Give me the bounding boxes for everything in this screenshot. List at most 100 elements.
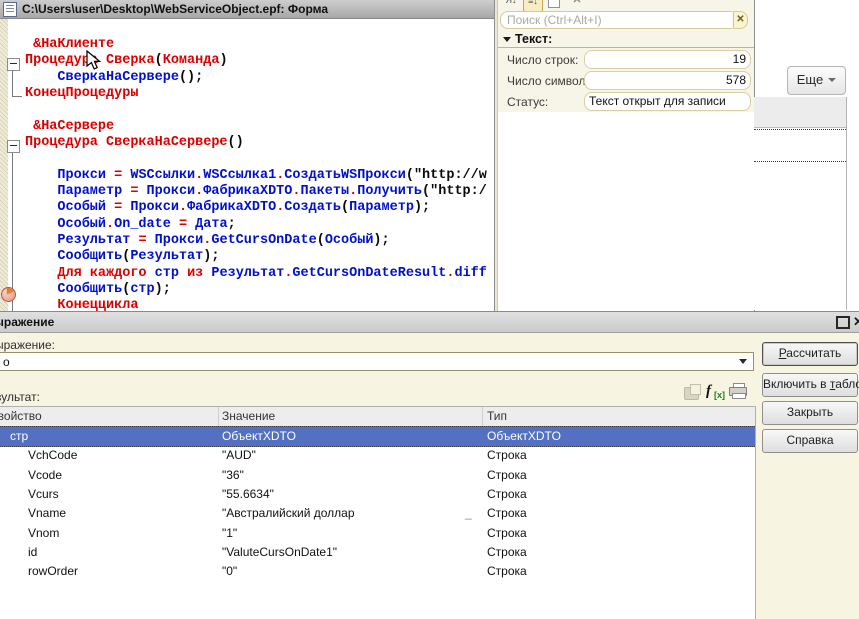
close-button[interactable]: Закрыть (762, 401, 858, 425)
help-button[interactable]: Справка (762, 429, 858, 453)
expression-value: о (3, 355, 10, 369)
screen: C:\Users\user\Desktop\WebServiceObject.e… (0, 0, 859, 619)
cell-value: "Австралийский доллар (222, 506, 355, 521)
cell-type: Строка (487, 564, 527, 579)
column-separator[interactable] (218, 407, 219, 426)
table-row[interactable]: id "ValuteCursOnDate1" Строка (0, 543, 755, 562)
cell-value: "0" (222, 564, 238, 579)
table-row[interactable]: стр ОбъектXDTO ОбъектXDTO (0, 426, 755, 448)
close-icon[interactable]: ✕ (568, 0, 586, 10)
combo-dropdown-icon[interactable] (739, 359, 747, 364)
fold-connector-line (12, 69, 13, 96)
table-row[interactable]: Vcurs "55.6634" Строка (0, 485, 755, 504)
search-input[interactable] (500, 11, 732, 29)
cell-value: "AUD" (222, 448, 256, 463)
cell-type: Строка (487, 467, 527, 482)
form-table-header (754, 97, 846, 128)
table-row[interactable]: Vcode "36" Строка (0, 466, 755, 485)
fold-connector-elbow (12, 96, 22, 97)
cell-value: "1" (222, 525, 238, 540)
collapse-minus-icon[interactable] (7, 58, 20, 71)
code-line[interactable]: Особый.On_date = Дата; (25, 217, 487, 233)
cell-value: "ValuteCursOnDate1" (222, 544, 338, 559)
cell-property: Vcurs (28, 486, 59, 501)
column-header-type[interactable]: Тип (487, 409, 507, 423)
property-palette: Я↓ ≡↓ ✕ ✕ Текст: Число строк: 19 Число с… (497, 0, 755, 311)
code-line[interactable]: КонецПроцедуры (25, 86, 487, 102)
cell-type: Строка (487, 544, 527, 559)
code-line[interactable]: &НаСервере (25, 119, 487, 135)
result-table: Свойство Значение Тип стр ОбъектXDTO Объек… (0, 406, 756, 619)
section-header-text: Текст: (498, 32, 754, 48)
code-line[interactable]: Для каждого стр из Результат.GetCursOnDa… (25, 266, 486, 282)
fx-icon[interactable]: f [x] (706, 383, 726, 401)
cell-property: стр (10, 429, 29, 443)
expression-dialog: Выражение ✕ Выражение: о Результат: f[x]… (0, 311, 859, 619)
chevron-down-icon (828, 78, 837, 82)
expression-combobox[interactable]: о (0, 352, 754, 371)
cell-value: ОбъектXDTO (222, 429, 296, 443)
maximize-icon[interactable] (836, 316, 850, 329)
cell-type: Строка (487, 506, 527, 521)
calculate-button[interactable]: Рассчитать (762, 342, 858, 366)
hand-document-icon[interactable] (684, 384, 701, 400)
cell-value: "36" (222, 467, 244, 482)
form-table-row (754, 129, 846, 162)
expression-label: Выражение: (0, 338, 56, 352)
collapse-minus-icon[interactable] (7, 140, 20, 153)
print-icon[interactable] (729, 383, 747, 399)
cell-type: Строка (487, 525, 527, 540)
result-table-header[interactable]: Свойство Значение Тип (0, 407, 755, 427)
column-header-value[interactable]: Значение (222, 409, 275, 423)
code-line[interactable] (25, 102, 487, 118)
code-line[interactable]: Параметр = Прокси.ФабрикаXDTO.Пакеты.Пол… (25, 184, 487, 200)
cell-property: Vnom (28, 525, 60, 540)
code-editor-area[interactable]: &НаКлиенте Процедура Сверка(Команда) Свер… (0, 19, 494, 311)
search-clear-icon[interactable]: ✕ (733, 11, 748, 29)
editor-title: C:\Users\user\Desktop\WebServiceObject.e… (22, 2, 329, 16)
include-in-watch-button[interactable]: Включить в табло (762, 373, 859, 397)
table-row[interactable]: rowOrder "0" Строка (0, 562, 755, 581)
properties-page-icon[interactable] (545, 0, 563, 10)
status-field[interactable]: Текст открыт для записи (584, 92, 751, 111)
cell-type: ОбъектXDTO (487, 429, 561, 443)
document-icon (3, 2, 17, 17)
column-separator[interactable] (482, 407, 483, 426)
truncation-mark: _ (465, 506, 472, 521)
code-line[interactable]: СверкаНаСервере(); (25, 70, 487, 86)
sort-alpha-icon[interactable]: Я↓ (502, 0, 520, 10)
code-lines: &НаКлиенте Процедура Сверка(Команда) Свер… (25, 37, 487, 311)
table-row[interactable]: VchCode "AUD" Строка (0, 446, 755, 465)
dialog-titlebar[interactable]: Выражение ✕ (0, 312, 859, 333)
cell-property: Vname (28, 506, 67, 521)
cell-property: VchCode (28, 448, 78, 463)
column-header-property[interactable]: Свойство (0, 409, 42, 423)
result-label: Результат: (0, 390, 40, 404)
code-line[interactable]: Прокси = WSСсылки.WSСсылка1.СоздатьWSПро… (25, 168, 487, 184)
field-label-lines: Число строк: (507, 53, 579, 67)
cell-type: Строка (487, 448, 527, 463)
code-line[interactable]: Результат = Прокси.GetCursOnDate(Особый)… (25, 233, 487, 249)
cell-property: id (28, 544, 38, 559)
section-collapse-icon[interactable] (503, 37, 511, 42)
cell-type: Строка (487, 486, 527, 501)
current-line-arrow-icon: ► (5, 285, 16, 297)
field-label-status: Статус: (507, 95, 549, 109)
lines-count-field[interactable]: 19 (584, 50, 751, 69)
table-row[interactable]: Vnom "1" Строка (0, 524, 755, 543)
code-line[interactable]: Сообщить(стр); (25, 282, 487, 298)
code-line[interactable] (25, 151, 487, 167)
code-line[interactable]: Конеццикла (25, 298, 487, 311)
mouse-cursor-icon (86, 50, 101, 70)
form-table-preview[interactable] (754, 97, 847, 310)
cell-value: "55.6634" (222, 486, 274, 501)
chars-count-field[interactable]: 578 (584, 71, 751, 90)
result-rows: стр ОбъектXDTO ОбъектXDTO VchCode "AUD" Строк… (0, 426, 755, 619)
close-icon[interactable]: ✕ (853, 314, 859, 330)
code-line[interactable]: Особый = Прокси.ФабрикаXDTO.Создать(Пара… (25, 200, 487, 216)
editor-titlebar[interactable]: C:\Users\user\Desktop\WebServiceObject.e… (0, 0, 494, 19)
code-line[interactable]: Процедура СверкаНаСервере() (25, 135, 487, 151)
code-line[interactable]: Сообщить(Результат); (25, 249, 487, 265)
more-button[interactable]: Еще (787, 66, 846, 95)
table-row[interactable]: Vname "Австралийский доллар _ Строка (0, 504, 755, 523)
